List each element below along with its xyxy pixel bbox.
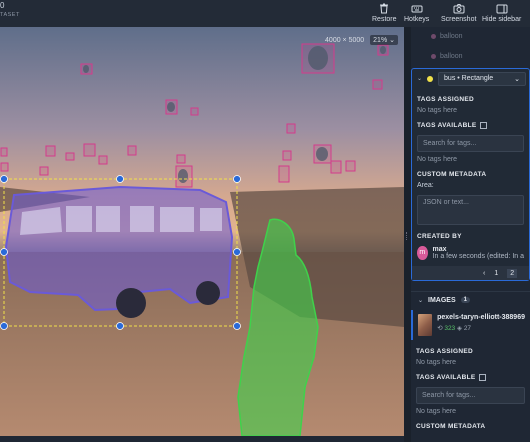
hide-sidebar-label: Hide sidebar: [482, 16, 522, 23]
restore-label: Restore: [372, 16, 397, 23]
author-name: max: [432, 246, 447, 254]
area-label: Area:: [417, 182, 434, 190]
annotation-canvas[interactable]: 4000 × 5000 21% ⌄: [0, 27, 404, 436]
images-section-header[interactable]: ⌄ IMAGES 1: [411, 291, 530, 308]
zoom-bar: 4000 × 5000 21% ⌄: [325, 35, 398, 45]
balloon-box[interactable]: [282, 150, 292, 161]
balloon-box[interactable]: [345, 160, 356, 172]
created-time: In a few seconds (edited: In a: [432, 253, 524, 261]
screenshot-button[interactable]: Screenshot: [441, 3, 476, 23]
label-select-value: bus • Rectangle: [444, 74, 494, 82]
images-count-badge: 1: [460, 297, 470, 304]
no-tags-text: No tags here: [416, 359, 457, 367]
hotkeys-button[interactable]: Hotkeys: [404, 3, 429, 23]
balloon-box[interactable]: [190, 107, 199, 116]
hotkeys-label: Hotkeys: [404, 16, 430, 23]
avatar: m: [417, 246, 428, 261]
images-title: IMAGES: [428, 296, 456, 304]
collapse-chevron-icon[interactable]: ⌄: [418, 297, 423, 304]
tag-search-input[interactable]: Search for tags...: [417, 135, 524, 153]
top-toolbar: 0 TASET Restore Hotkeys Screenshot Hide …: [0, 0, 530, 28]
image-meta: ⟲ 323 ◈ 27: [437, 324, 525, 332]
no-tags-text: No tags here: [417, 107, 458, 114]
tag-icon: ◈: [457, 325, 464, 333]
balloon-box[interactable]: [98, 155, 108, 165]
resize-handle[interactable]: [0, 175, 8, 183]
author-row: m max In a few seconds (edited: In a: [417, 246, 524, 261]
tag-search-input[interactable]: Search for tags...: [416, 387, 525, 405]
annotation-list-item[interactable]: balloon: [411, 27, 530, 47]
annotation-header: ⌄ bus • Rectangle ⌄: [412, 69, 529, 88]
panel-splitter[interactable]: [404, 27, 411, 442]
trash-icon: [380, 3, 389, 14]
custom-metadata-title: CUSTOM METADATA: [416, 423, 486, 431]
balloon-box[interactable]: [65, 152, 75, 161]
edit-icon[interactable]: [479, 122, 487, 129]
annotation-label: balloon: [440, 53, 463, 60]
resize-handle[interactable]: [233, 248, 241, 256]
image-thumbnail: [418, 314, 433, 337]
tags-assigned-title: TAGS ASSIGNED: [416, 348, 473, 356]
scene-image[interactable]: [0, 27, 404, 436]
balloon-box[interactable]: [0, 162, 9, 172]
zoom-select[interactable]: 21% ⌄: [370, 35, 398, 45]
app-brand-subtitle: TASET: [0, 12, 20, 18]
resize-handle[interactable]: [233, 175, 241, 183]
prev-page-icon[interactable]: ‹: [483, 270, 485, 277]
resize-handle[interactable]: [233, 322, 241, 330]
no-tags-text: No tags here: [416, 408, 457, 416]
annotation-color-dot: [427, 75, 434, 82]
collapse-chevron-icon[interactable]: ⌄: [417, 75, 422, 82]
color-swatch: [431, 33, 436, 39]
custom-metadata-title: CUSTOM METADATA: [417, 171, 487, 179]
balloon-box[interactable]: [176, 154, 186, 164]
chevron-down-icon: ⌄: [514, 75, 521, 83]
balloon-box[interactable]: [83, 143, 96, 157]
balloon-box[interactable]: [39, 166, 49, 176]
tags-assigned-title: TAGS ASSIGNED: [417, 96, 474, 103]
image-dimensions: 4000 × 5000: [325, 36, 365, 44]
no-tags-text: No tags here: [417, 156, 458, 164]
image-filename: pexels-taryn-elliott-388969: [437, 314, 525, 322]
pagination: ‹ 1 2: [412, 266, 529, 281]
selected-annotation-card: ⌄ bus • Rectangle ⌄ TAGS ASSIGNED No tag…: [411, 68, 530, 282]
balloon-box[interactable]: [330, 160, 342, 174]
tags-available-title: TAGS AVAILABLE: [416, 374, 525, 381]
hide-sidebar-button[interactable]: Hide sidebar: [482, 3, 521, 23]
created-by-title: CREATED BY: [417, 233, 462, 241]
camera-icon: [453, 4, 465, 14]
zoom-value: 21%: [373, 37, 388, 44]
drag-handle-icon: [406, 232, 409, 240]
tags-available-title: TAGS AVAILABLE: [417, 122, 524, 129]
keyboard-icon: [411, 5, 423, 13]
restore-button[interactable]: Restore: [372, 3, 397, 23]
balloon-box[interactable]: [372, 79, 383, 90]
page-1-button[interactable]: 1: [494, 270, 498, 277]
balloon-box[interactable]: [278, 165, 290, 183]
annotation-count: 323: [444, 325, 456, 333]
resize-handle[interactable]: [116, 175, 124, 183]
resize-handle[interactable]: [0, 248, 8, 256]
secondary-count: 27: [463, 325, 472, 333]
image-list-item[interactable]: pexels-taryn-elliott-388969 ⟲ 323 ◈ 27: [411, 310, 530, 341]
resize-handle[interactable]: [0, 322, 8, 330]
resize-handle[interactable]: [116, 322, 124, 330]
annotation-label: balloon: [440, 33, 463, 40]
right-sidebar: balloon balloon ⌄ bus • Rectangle ⌄ TAGS…: [411, 27, 530, 442]
metadata-textarea[interactable]: JSON or text...: [417, 195, 524, 226]
screenshot-label: Screenshot: [441, 16, 477, 23]
app-brand: 0 TASET: [0, 2, 20, 19]
edit-icon[interactable]: [478, 374, 486, 382]
balloon-box[interactable]: [0, 147, 8, 157]
app-brand-title: 0: [0, 1, 5, 10]
color-swatch: [431, 53, 436, 59]
balloon-box[interactable]: [127, 145, 137, 156]
annotation-list-item[interactable]: balloon: [411, 47, 530, 67]
sidebar-icon: [496, 4, 508, 14]
chevron-down-icon: ⌄: [389, 37, 395, 44]
balloon-box[interactable]: [45, 145, 56, 157]
page-2-button[interactable]: 2: [507, 268, 518, 278]
label-select[interactable]: bus • Rectangle ⌄: [438, 71, 527, 86]
balloon-box[interactable]: [286, 123, 296, 134]
